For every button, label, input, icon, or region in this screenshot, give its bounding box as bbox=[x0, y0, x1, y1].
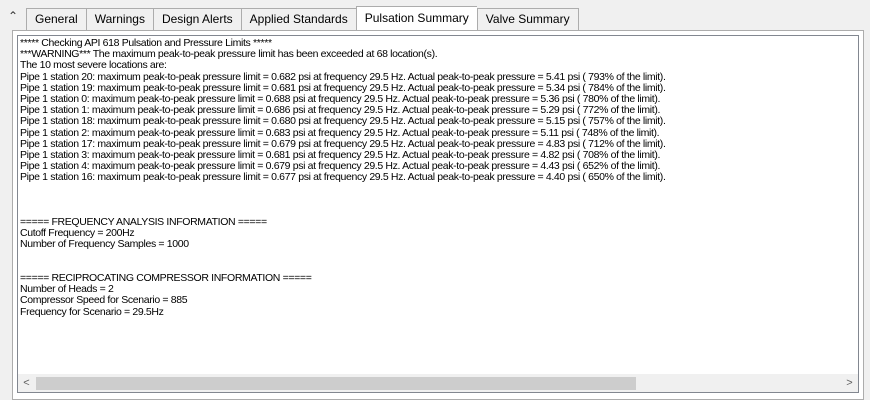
report-line bbox=[20, 183, 856, 194]
double-chevron-up-icon[interactable]: ⌃ bbox=[4, 7, 22, 25]
report-line bbox=[20, 195, 856, 206]
report-textbox[interactable]: ***** Checking API 618 Pulsation and Pre… bbox=[17, 35, 859, 393]
report-line: Pipe 1 station 2: maximum peak-to-peak p… bbox=[20, 126, 660, 139]
tab-bar: ⌃ General Warnings Design Alerts Applied St… bbox=[0, 0, 870, 30]
horizontal-scrollbar[interactable]: < > bbox=[18, 374, 858, 392]
report-line: Frequency for Scenario = 29.5Hz bbox=[20, 305, 164, 318]
output-window: ⌃ General Warnings Design Alerts Applied St… bbox=[0, 0, 870, 400]
chevron-left-icon[interactable]: < bbox=[18, 375, 35, 392]
tab-strip: General Warnings Design Alerts Applied Stan… bbox=[26, 6, 579, 30]
scrollbar-thumb[interactable] bbox=[36, 377, 636, 390]
report-line: Number of Frequency Samples = 1000 bbox=[20, 238, 189, 251]
report-line: Pipe 1 station 16: maximum peak-to-peak … bbox=[20, 171, 666, 184]
tab-general[interactable]: General bbox=[26, 8, 86, 30]
report-line: Compressor Speed for Scenario = 885 bbox=[20, 294, 188, 307]
report-line: ===== FREQUENCY ANALYSIS INFORMATION ===… bbox=[20, 216, 267, 228]
tab-warnings[interactable]: Warnings bbox=[85, 8, 153, 30]
tab-valve-summary[interactable]: Valve Summary bbox=[476, 8, 579, 30]
pulsation-summary-panel: ***** Checking API 618 Pulsation and Pre… bbox=[12, 30, 864, 400]
report-line: ===== RECIPROCATING COMPRESSOR INFORMATI… bbox=[20, 271, 312, 284]
report-line bbox=[20, 251, 856, 262]
tab-design-alerts[interactable]: Design Alerts bbox=[152, 8, 241, 30]
report-text: ***** Checking API 618 Pulsation and Pre… bbox=[20, 38, 856, 370]
report-line: The 10 most severe locations are: bbox=[20, 59, 167, 72]
tab-applied-standards[interactable]: Applied Standards bbox=[240, 8, 356, 30]
chevron-right-icon[interactable]: > bbox=[841, 375, 858, 392]
tab-pulsation-summary[interactable]: Pulsation Summary bbox=[355, 6, 477, 30]
report-line: Pipe 1 station 18: maximum peak-to-peak … bbox=[20, 115, 666, 128]
